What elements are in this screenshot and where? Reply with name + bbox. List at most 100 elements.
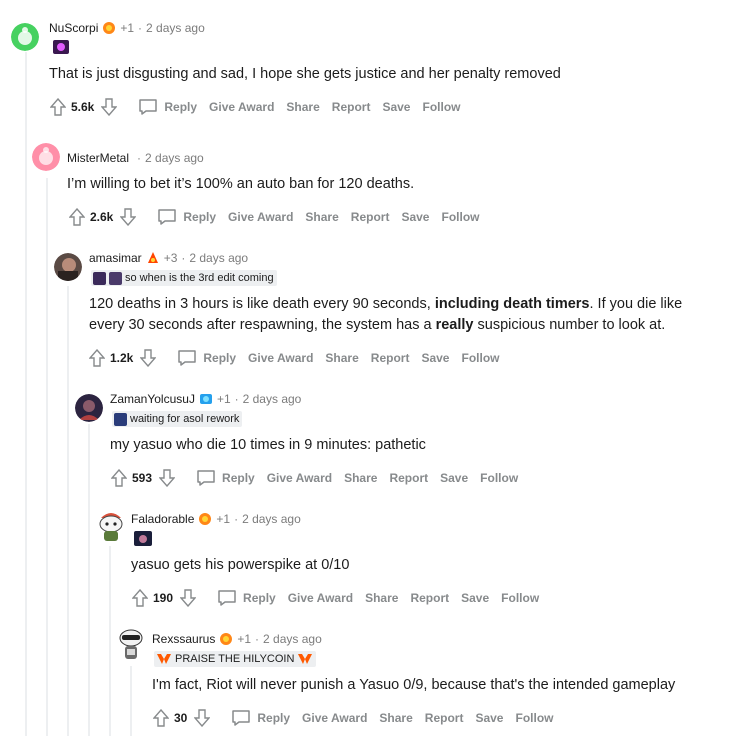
give-award-button[interactable]: Give Award xyxy=(209,100,274,114)
share-button[interactable]: Share xyxy=(344,471,377,485)
save-button[interactable]: Save xyxy=(421,351,449,365)
body-text-bold: really xyxy=(435,317,474,333)
thread-line[interactable] xyxy=(88,424,90,736)
avatar[interactable] xyxy=(95,508,127,542)
give-award-button[interactable]: Give Award xyxy=(248,351,313,365)
share-button[interactable]: Share xyxy=(365,591,398,605)
reply-button[interactable]: Reply xyxy=(231,709,290,727)
timestamp[interactable]: 2 days ago xyxy=(263,631,322,647)
reply-button[interactable]: Reply xyxy=(177,349,236,367)
flair-emoji-icon xyxy=(134,531,152,546)
give-award-button[interactable]: Give Award xyxy=(267,471,332,485)
timestamp[interactable]: 2 days ago xyxy=(242,511,301,527)
avatar[interactable] xyxy=(116,626,146,662)
share-button[interactable]: Share xyxy=(286,100,319,114)
reply-button[interactable]: Reply xyxy=(157,208,216,226)
avatar[interactable] xyxy=(11,23,39,51)
report-button[interactable]: Report xyxy=(332,100,371,114)
comment-actions: 2.6k Reply Give Award Share Report Save … xyxy=(66,205,479,229)
thread-line[interactable] xyxy=(130,666,132,736)
flair-emoji-icon xyxy=(53,40,69,54)
snoo-avatar-icon xyxy=(119,629,143,659)
report-button[interactable]: Report xyxy=(410,591,449,605)
timestamp[interactable]: 2 days ago xyxy=(243,391,302,407)
upvote-icon[interactable] xyxy=(150,707,172,729)
save-button[interactable]: Save xyxy=(401,210,429,224)
avatar[interactable] xyxy=(54,253,82,281)
downvote-icon[interactable] xyxy=(137,347,159,369)
comment-author[interactable]: Rexssaurus xyxy=(152,631,215,647)
report-button[interactable]: Report xyxy=(425,711,464,725)
downvote-icon[interactable] xyxy=(191,707,213,729)
reply-label: Reply xyxy=(243,591,276,605)
share-button[interactable]: Share xyxy=(325,351,358,365)
comment-body: I’m willing to bet it’s 100% an auto ban… xyxy=(67,176,415,192)
comment-actions: 30 Reply Give Award Share Report Save Fo… xyxy=(150,706,553,730)
report-button[interactable]: Report xyxy=(351,210,390,224)
comment-author[interactable]: amasimar xyxy=(89,250,142,266)
follow-button[interactable]: Follow xyxy=(480,471,518,485)
upvote-icon[interactable] xyxy=(86,347,108,369)
thread-line[interactable] xyxy=(25,52,27,736)
vote-score: 2.6k xyxy=(90,210,114,224)
give-award-button[interactable]: Give Award xyxy=(288,591,353,605)
comment-author[interactable]: MisterMetal xyxy=(67,150,129,166)
comment-author[interactable]: NuScorpi xyxy=(49,20,98,36)
comment-author[interactable]: ZamanYolcusuJ xyxy=(110,391,195,407)
flair-text: waiting for asol rework xyxy=(130,413,240,425)
award-icon[interactable] xyxy=(219,632,233,646)
downvote-icon[interactable] xyxy=(117,206,139,228)
comment-author[interactable]: Faladorable xyxy=(131,511,194,527)
save-button[interactable]: Save xyxy=(475,711,503,725)
downvote-icon[interactable] xyxy=(177,587,199,609)
save-button[interactable]: Save xyxy=(382,100,410,114)
follow-button[interactable]: Follow xyxy=(441,210,479,224)
separator: · xyxy=(181,251,186,265)
reply-button[interactable]: Reply xyxy=(138,98,197,116)
follow-button[interactable]: Follow xyxy=(515,711,553,725)
downvote-icon[interactable] xyxy=(156,467,178,489)
award-icon[interactable] xyxy=(199,392,213,406)
follow-button[interactable]: Follow xyxy=(461,351,499,365)
comment-body: I'm fact, Riot will never punish a Yasuo… xyxy=(152,677,676,693)
body-text-segment: 120 deaths in 3 hours is like death ever… xyxy=(89,296,435,312)
upvote-icon[interactable] xyxy=(66,206,88,228)
upvote-icon[interactable] xyxy=(129,587,151,609)
award-icon[interactable] xyxy=(102,21,116,35)
save-button[interactable]: Save xyxy=(461,591,489,605)
thread-line[interactable] xyxy=(67,286,69,736)
snoo-avatar-icon xyxy=(11,23,39,51)
reply-button[interactable]: Reply xyxy=(196,469,255,487)
award-icon[interactable] xyxy=(146,251,160,265)
avatar[interactable] xyxy=(32,143,60,171)
follow-button[interactable]: Follow xyxy=(422,100,460,114)
report-button[interactable]: Report xyxy=(389,471,428,485)
upvote-icon[interactable] xyxy=(108,467,130,489)
comment-bubble-icon xyxy=(232,710,251,726)
give-award-button[interactable]: Give Award xyxy=(228,210,293,224)
share-button[interactable]: Share xyxy=(379,711,412,725)
thread-line[interactable] xyxy=(109,546,111,736)
flair-text: PRAISE THE HILYCOIN xyxy=(175,653,295,665)
karma-count: +1 xyxy=(216,512,231,526)
upvote-icon[interactable] xyxy=(47,96,69,118)
comment-actions: 1.2k Reply Give Award Share Report Save … xyxy=(86,346,499,370)
timestamp[interactable]: 2 days ago xyxy=(189,250,248,266)
follow-button[interactable]: Follow xyxy=(501,591,539,605)
award-icon[interactable] xyxy=(198,512,212,526)
share-button[interactable]: Share xyxy=(305,210,338,224)
give-award-button[interactable]: Give Award xyxy=(302,711,367,725)
reply-button[interactable]: Reply xyxy=(217,589,276,607)
avatar[interactable] xyxy=(75,394,103,422)
save-button[interactable]: Save xyxy=(440,471,468,485)
timestamp[interactable]: 2 days ago xyxy=(146,20,205,36)
report-button[interactable]: Report xyxy=(371,351,410,365)
downvote-icon[interactable] xyxy=(98,96,120,118)
flair-text: so when is the 3rd edit coming xyxy=(125,272,274,284)
timestamp[interactable]: 2 days ago xyxy=(145,150,204,166)
user-flair: so when is the 3rd edit coming xyxy=(91,270,277,286)
comment-actions: 5.6k Reply Give Award Share Report Save … xyxy=(47,95,460,119)
separator: · xyxy=(234,512,239,526)
comment-body: my yasuo who die 10 times in 9 minutes: … xyxy=(110,437,426,453)
thread-line[interactable] xyxy=(46,178,48,736)
